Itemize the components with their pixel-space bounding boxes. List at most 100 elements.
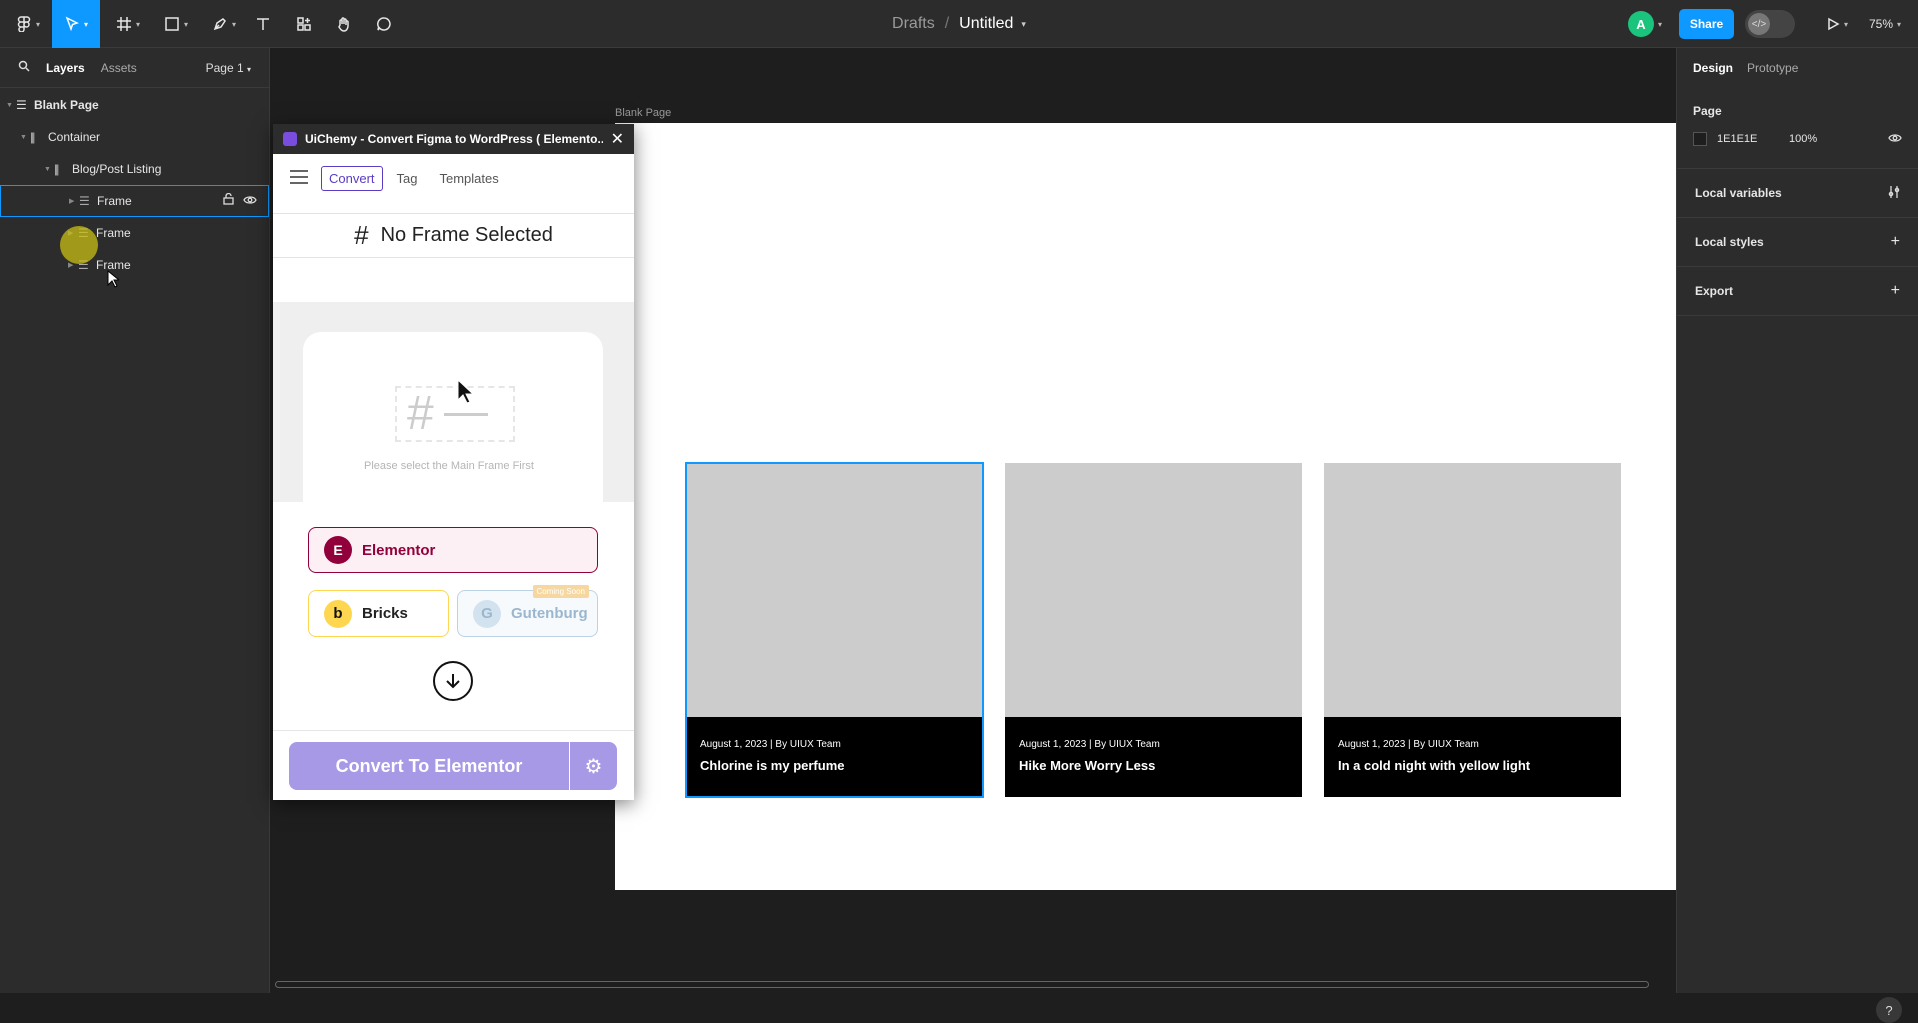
shape-tool-button[interactable]: ▾ <box>158 0 194 48</box>
preview-hint: Please select the Main Frame First <box>364 460 534 472</box>
layer-name: Frame <box>96 226 131 240</box>
dev-mode-toggle[interactable]: </> <box>1742 0 1798 48</box>
chevron-down-icon[interactable]: ▾ <box>1021 19 1026 30</box>
local-variables-row[interactable]: Local variables <box>1677 169 1918 218</box>
page-color-hex[interactable]: 1E1E1E <box>1717 133 1789 145</box>
tab-templates[interactable]: Templates <box>440 171 499 186</box>
chevron-down-icon[interactable]: ▼ <box>44 166 54 173</box>
page-opacity[interactable]: 100% <box>1789 133 1817 145</box>
move-tool-button[interactable]: ▾ <box>52 0 100 48</box>
layer-row-frame[interactable]: ▶ ☰ Frame <box>0 249 269 281</box>
resources-icon <box>297 17 311 31</box>
breadcrumb-drafts[interactable]: Drafts <box>892 15 935 33</box>
frame-placeholder-icon: # <box>395 386 515 442</box>
pen-icon <box>213 18 226 31</box>
selection-outline <box>685 462 984 798</box>
horizontal-scrollbar[interactable] <box>275 981 1649 988</box>
search-icon[interactable] <box>18 60 30 75</box>
pen-tool-button[interactable]: ▾ <box>206 0 242 48</box>
avatar-menu[interactable]: A ▾ <box>1623 0 1667 48</box>
autolayout-horizontal-icon: ||| <box>30 130 35 144</box>
export-label: Export <box>1695 284 1734 298</box>
plus-icon[interactable]: + <box>1891 282 1900 300</box>
frame-label[interactable]: Blank Page <box>615 107 671 119</box>
card-footer: August 1, 2023 | By UIUX Team Hike More … <box>1005 717 1302 797</box>
lock-icon[interactable] <box>223 192 234 208</box>
scroll-down-button[interactable] <box>433 661 473 701</box>
tab-layers[interactable]: Layers <box>46 61 85 75</box>
blog-card[interactable]: August 1, 2023 | By UIUX Team Hike More … <box>1005 463 1302 797</box>
right-panel-tabs: Design Prototype <box>1677 48 1918 88</box>
left-panel-tabs: Layers Assets Page 1 ▾ <box>0 48 269 88</box>
tab-tag[interactable]: Tag <box>397 171 418 186</box>
help-button[interactable]: ? <box>1876 997 1902 1023</box>
eye-icon[interactable] <box>243 194 257 208</box>
cursor-icon <box>456 378 476 407</box>
plus-icon[interactable]: + <box>1891 233 1900 251</box>
layer-name: Blank Page <box>34 98 99 112</box>
resources-button[interactable] <box>292 0 316 48</box>
present-button[interactable]: ▾ <box>1820 0 1854 48</box>
main-menu-button[interactable]: ▾ <box>8 0 48 48</box>
hamburger-menu-icon[interactable] <box>289 169 309 187</box>
no-frame-heading: # No Frame Selected <box>273 214 634 258</box>
close-icon[interactable]: ✕ <box>611 129 624 149</box>
convert-button-label: Convert To Elementor <box>335 755 523 776</box>
card-footer: August 1, 2023 | By UIUX Team In a cold … <box>1324 717 1621 797</box>
page-color-row: 1E1E1E 100% <box>1693 132 1902 146</box>
tab-assets[interactable]: Assets <box>101 61 137 75</box>
layer-row-blank-page[interactable]: ▼ ☰ Blank Page <box>0 89 269 121</box>
variables-icon[interactable] <box>1888 185 1900 202</box>
comment-icon <box>377 17 391 31</box>
convert-settings-button[interactable]: ⚙ <box>570 742 617 790</box>
export-row[interactable]: Export + <box>1677 267 1918 316</box>
dev-mode-switch: </> <box>1745 10 1795 38</box>
zoom-level: 75% <box>1868 17 1893 31</box>
preview-area: # Please select the Main Frame First <box>273 302 634 502</box>
card-image <box>1324 463 1621 717</box>
properties-panel: Design Prototype Page 1E1E1E 100% Local … <box>1676 48 1918 1023</box>
blog-card[interactable]: August 1, 2023 | By UIUX Team In a cold … <box>1324 463 1621 797</box>
chevron-down-icon[interactable]: ▼ <box>20 134 30 141</box>
gutenburg-label: Gutenburg <box>511 605 588 622</box>
layer-name: Container <box>48 130 101 144</box>
file-name[interactable]: Untitled <box>959 15 1013 33</box>
plugin-header: UiChemy - Convert Figma to WordPress ( E… <box>273 124 634 154</box>
share-button[interactable]: Share <box>1678 9 1735 39</box>
convert-button[interactable]: Convert To Elementor <box>289 742 569 790</box>
elementor-label: Elementor <box>362 541 436 559</box>
hand-tool-button[interactable] <box>332 0 356 48</box>
comment-tool-button[interactable] <box>372 0 396 48</box>
card-meta: August 1, 2023 | By UIUX Team <box>1338 739 1479 750</box>
rectangle-icon <box>165 17 179 31</box>
page-color-swatch[interactable] <box>1693 132 1707 146</box>
layer-row-frame-selected[interactable]: ▶ ☰ Frame <box>0 185 269 217</box>
bricks-option[interactable]: b Bricks <box>308 590 449 637</box>
pointer-icon <box>65 16 79 32</box>
layer-name: Blog/Post Listing <box>72 162 162 176</box>
card-meta: August 1, 2023 | By UIUX Team <box>1019 739 1160 750</box>
tab-prototype[interactable]: Prototype <box>1747 61 1798 75</box>
text-tool-button[interactable] <box>252 0 274 48</box>
card-image <box>1005 463 1302 717</box>
page-selector[interactable]: Page 1 ▾ <box>206 61 251 75</box>
layer-row-container[interactable]: ▼ ||| Container <box>0 121 269 153</box>
chevron-down-icon[interactable]: ▼ <box>6 102 16 109</box>
chevron-right-icon[interactable]: ▶ <box>69 197 79 205</box>
eye-icon[interactable] <box>1888 133 1902 146</box>
code-icon: </> <box>1748 13 1770 35</box>
elementor-option[interactable]: E Elementor <box>308 527 598 573</box>
autolayout-vertical-icon: ☰ <box>16 98 27 112</box>
tab-convert[interactable]: Convert <box>321 165 383 191</box>
page-selector-label: Page 1 <box>205 60 244 75</box>
blank-page-frame[interactable]: August 1, 2023 | By UIUX Team Chlorine i… <box>615 123 1676 890</box>
zoom-menu[interactable]: 75% ▾ <box>1860 0 1910 48</box>
local-styles-row[interactable]: Local styles + <box>1677 218 1918 267</box>
uichemy-plugin-window: UiChemy - Convert Figma to WordPress ( E… <box>273 124 634 800</box>
layer-row-blog-post-listing[interactable]: ▼ ||| Blog/Post Listing <box>0 153 269 185</box>
frame-tool-button[interactable]: ▾ <box>110 0 146 48</box>
tab-design[interactable]: Design <box>1693 61 1733 75</box>
frame-icon <box>116 17 131 31</box>
layer-row-frame[interactable]: ▶ ☰ Frame <box>0 217 269 249</box>
blog-card[interactable]: August 1, 2023 | By UIUX Team Chlorine i… <box>685 462 984 798</box>
